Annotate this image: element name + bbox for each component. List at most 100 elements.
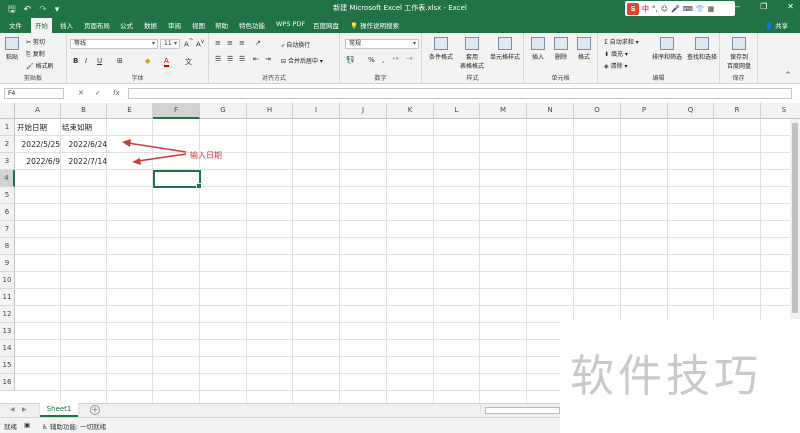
font-color-icon[interactable]: A (164, 57, 169, 67)
tab-home[interactable]: 开始 (31, 18, 52, 33)
save-to-baidu-button[interactable]: 保存到 百度网盘 (722, 37, 756, 70)
vertical-scrollbar[interactable] (790, 119, 800, 319)
italic-icon[interactable]: I (85, 57, 87, 65)
increase-indent-icon[interactable]: ⇥ (265, 55, 271, 63)
accessibility-status[interactable]: ♿ 辅助功能: 一切就绪 (42, 421, 106, 431)
grid-menu-icon[interactable]: ▦ (708, 5, 715, 13)
phonetic-icon[interactable]: 文 (185, 57, 192, 67)
formula-input[interactable] (128, 88, 792, 99)
align-top-icon[interactable]: ≡ (215, 39, 221, 47)
decrease-indent-icon[interactable]: ⇤ (253, 55, 259, 63)
keyboard-icon[interactable]: ⌨ (683, 5, 693, 13)
increase-decimal-icon[interactable]: ⁺⁰ (392, 56, 399, 64)
sogou-logo-icon: S (627, 2, 639, 15)
row-header-16[interactable]: 16 (0, 374, 15, 391)
tab-split-handle-icon[interactable]: ⋮ (478, 405, 484, 412)
tab-review[interactable]: 审阅 (168, 20, 181, 30)
sort-filter-button[interactable]: 排序和筛选 (650, 37, 684, 61)
conditional-format-button[interactable]: 条件格式 (424, 37, 458, 61)
tab-data[interactable]: 数据 (144, 20, 157, 30)
close-icon[interactable]: ✕ (787, 2, 794, 11)
formula-bar: F4 ✕ ✓ fx (0, 86, 800, 100)
minimize-icon[interactable]: — (732, 2, 740, 11)
copy-button[interactable]: ⎘ 复制 (26, 49, 45, 59)
orientation-icon[interactable]: ↗ (255, 39, 261, 47)
row-header-15[interactable]: 15 (0, 357, 15, 374)
tab-formulas[interactable]: 公式 (120, 20, 133, 30)
punctuation-icon[interactable]: °, (652, 5, 658, 13)
tab-file[interactable]: 文件 (9, 20, 22, 30)
row-header-11[interactable]: 11 (0, 289, 15, 306)
mic-icon[interactable]: 🎤 (671, 5, 680, 13)
tab-page-layout[interactable]: 页面布局 (84, 20, 110, 30)
share-button[interactable]: 👤 共享 (765, 20, 788, 30)
percent-icon[interactable]: % (368, 56, 375, 64)
border-icon[interactable]: ⊞ (117, 57, 123, 65)
underline-icon[interactable]: U (97, 57, 102, 65)
row-header-8[interactable]: 8 (0, 238, 15, 255)
number-format-combo[interactable]: 常规 (345, 39, 419, 49)
tab-baidu-netdisk[interactable]: 百度网盘 (313, 20, 339, 30)
insert-cells-button[interactable]: 插入 (528, 37, 548, 61)
delete-cells-button[interactable]: 删除 (551, 37, 571, 61)
merge-center-button[interactable]: ⊟ 合并后居中 ▾ (281, 56, 323, 65)
decrease-decimal-icon[interactable]: ⁻⁰ (406, 56, 413, 64)
format-as-table-button[interactable]: 套用 表格格式 (456, 37, 488, 70)
enter-icon[interactable]: ✓ (95, 89, 101, 97)
paste-button[interactable]: 粘贴 (4, 37, 20, 61)
accounting-format-icon[interactable]: 💱 (346, 56, 355, 64)
name-box[interactable]: F4 (4, 88, 64, 99)
align-middle-icon[interactable]: ≡ (227, 39, 233, 47)
fill-button[interactable]: ⬇ 填充 ▾ (604, 49, 628, 58)
tab-help[interactable]: 帮助 (215, 20, 228, 30)
bold-icon[interactable]: B (73, 57, 78, 65)
collapse-ribbon-icon[interactable]: ^ (785, 71, 791, 79)
cell-styles-button[interactable]: 单元格样式 (486, 37, 524, 61)
wrap-text-button[interactable]: ⤶ 自动换行 (281, 40, 310, 50)
row-header-10[interactable]: 10 (0, 272, 15, 289)
find-select-button[interactable]: 查找和选择 (685, 37, 719, 61)
shrink-font-icon[interactable]: Av (196, 39, 204, 48)
font-name-combo[interactable]: 等线 (70, 39, 158, 49)
tab-special-features[interactable]: 特色功能 (239, 20, 265, 30)
next-sheet-icon[interactable]: ▶ (22, 406, 27, 413)
comma-style-icon[interactable]: , (382, 56, 384, 64)
tab-view[interactable]: 视图 (192, 20, 205, 30)
cut-button[interactable]: ✂ 剪切 (26, 37, 45, 46)
tab-wps-pdf[interactable]: WPS PDF (276, 20, 305, 28)
format-cells-button[interactable]: 格式 (574, 37, 594, 61)
autosum-button[interactable]: Σ 自动求和 ▾ (604, 37, 639, 46)
row-header-13[interactable]: 13 (0, 323, 15, 340)
align-right-icon[interactable]: ☰ (239, 55, 245, 63)
ime-toolbar[interactable]: S 中 °, ☺ 🎤 ⌨ 👕 ▦ (625, 1, 735, 16)
align-center-icon[interactable]: ☰ (227, 55, 233, 63)
tell-me-search[interactable]: 💡 操作说明搜索 (350, 20, 399, 30)
row-header-12[interactable]: 12 (0, 306, 15, 323)
align-left-icon[interactable]: ☰ (215, 55, 221, 63)
clear-button[interactable]: ◈ 清除 ▾ (604, 61, 627, 70)
cut-label: 剪切 (32, 39, 45, 46)
row-header-9[interactable]: 9 (0, 255, 15, 272)
horizontal-scrollbar[interactable] (485, 407, 560, 414)
grow-font-icon[interactable]: A^ (184, 39, 194, 48)
skin-icon[interactable]: 👕 (696, 5, 705, 13)
vertical-scroll-thumb[interactable] (792, 123, 798, 313)
cancel-icon[interactable]: ✕ (78, 89, 84, 97)
prev-sheet-icon[interactable]: ◀ (10, 406, 15, 413)
restore-icon[interactable]: ❐ (760, 2, 767, 11)
macro-record-icon[interactable]: ▣ (24, 421, 30, 429)
align-bottom-icon[interactable]: ≡ (239, 39, 245, 47)
ime-mode[interactable]: 中 (642, 4, 649, 14)
row-header-14[interactable]: 14 (0, 340, 15, 357)
add-sheet-icon[interactable]: + (90, 405, 100, 415)
emoji-icon[interactable]: ☺ (661, 5, 668, 13)
format-painter-button[interactable]: 🖌 格式刷 (26, 61, 54, 70)
fill-color-icon[interactable]: ◆ (145, 57, 150, 65)
insert-function-icon[interactable]: fx (113, 89, 120, 97)
insert-cells-icon (531, 37, 545, 50)
lightbulb-icon: 💡 (350, 22, 359, 30)
tab-insert[interactable]: 插入 (60, 20, 73, 30)
font-size-combo[interactable]: 11 (160, 39, 180, 49)
sheet-tab-sheet1[interactable]: Sheet1 (40, 403, 78, 417)
row-header-7[interactable]: 7 (0, 221, 15, 238)
